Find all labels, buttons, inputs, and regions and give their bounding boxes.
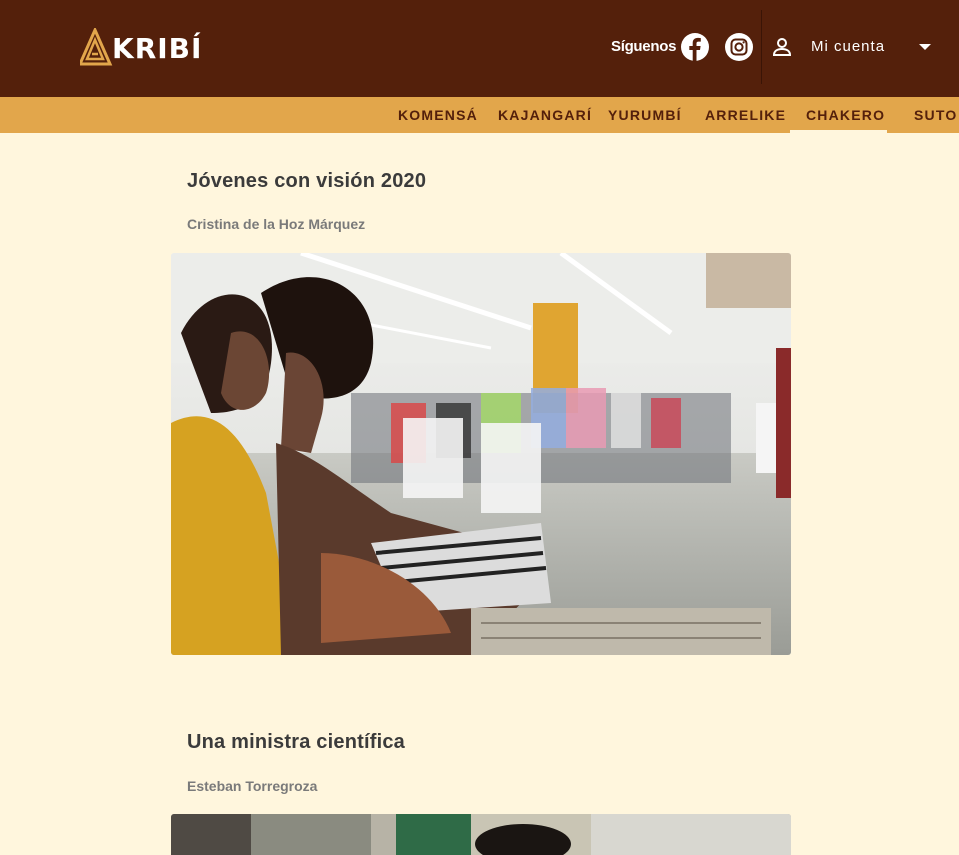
article-author: Cristina de la Hoz Márquez — [187, 216, 366, 232]
nav-item-yurumbi[interactable]: YURUMBÍ — [608, 97, 682, 133]
caret-down-icon[interactable] — [919, 44, 931, 50]
article-title[interactable]: Una ministra científica — [187, 731, 405, 754]
article-image[interactable] — [171, 814, 791, 855]
nav-item-chakero[interactable]: CHAKERO — [806, 97, 885, 133]
nav-active-indicator — [790, 130, 887, 133]
logo-text: KRIBÍ — [112, 32, 203, 65]
person-icon[interactable] — [771, 36, 793, 58]
article-title[interactable]: Jóvenes con visión 2020 — [187, 170, 426, 193]
nav-item-komensa[interactable]: KOMENSÁ — [398, 97, 478, 133]
nav-item-kajangari[interactable]: KAJANGARÍ — [498, 97, 592, 133]
section-nav: KOMENSÁ KAJANGARÍ YURUMBÍ ARRELIKE CHAKE… — [0, 97, 959, 133]
article-author: Esteban Torregroza — [187, 778, 318, 794]
article-image[interactable] — [171, 253, 791, 655]
account-menu-label[interactable]: Mi cuenta — [811, 38, 885, 55]
site-header: KRIBÍ Síguenos Mi cuenta — [0, 0, 959, 97]
header-divider — [761, 10, 762, 84]
logo-triangle-icon — [80, 28, 113, 66]
nav-item-arrelike[interactable]: ARRELIKE — [705, 97, 786, 133]
nav-item-suto[interactable]: SUTO — [914, 97, 957, 133]
instagram-icon[interactable] — [724, 32, 754, 62]
site-logo[interactable]: KRIBÍ — [80, 28, 201, 68]
follow-label: Síguenos — [611, 38, 677, 55]
facebook-icon[interactable] — [680, 32, 710, 62]
